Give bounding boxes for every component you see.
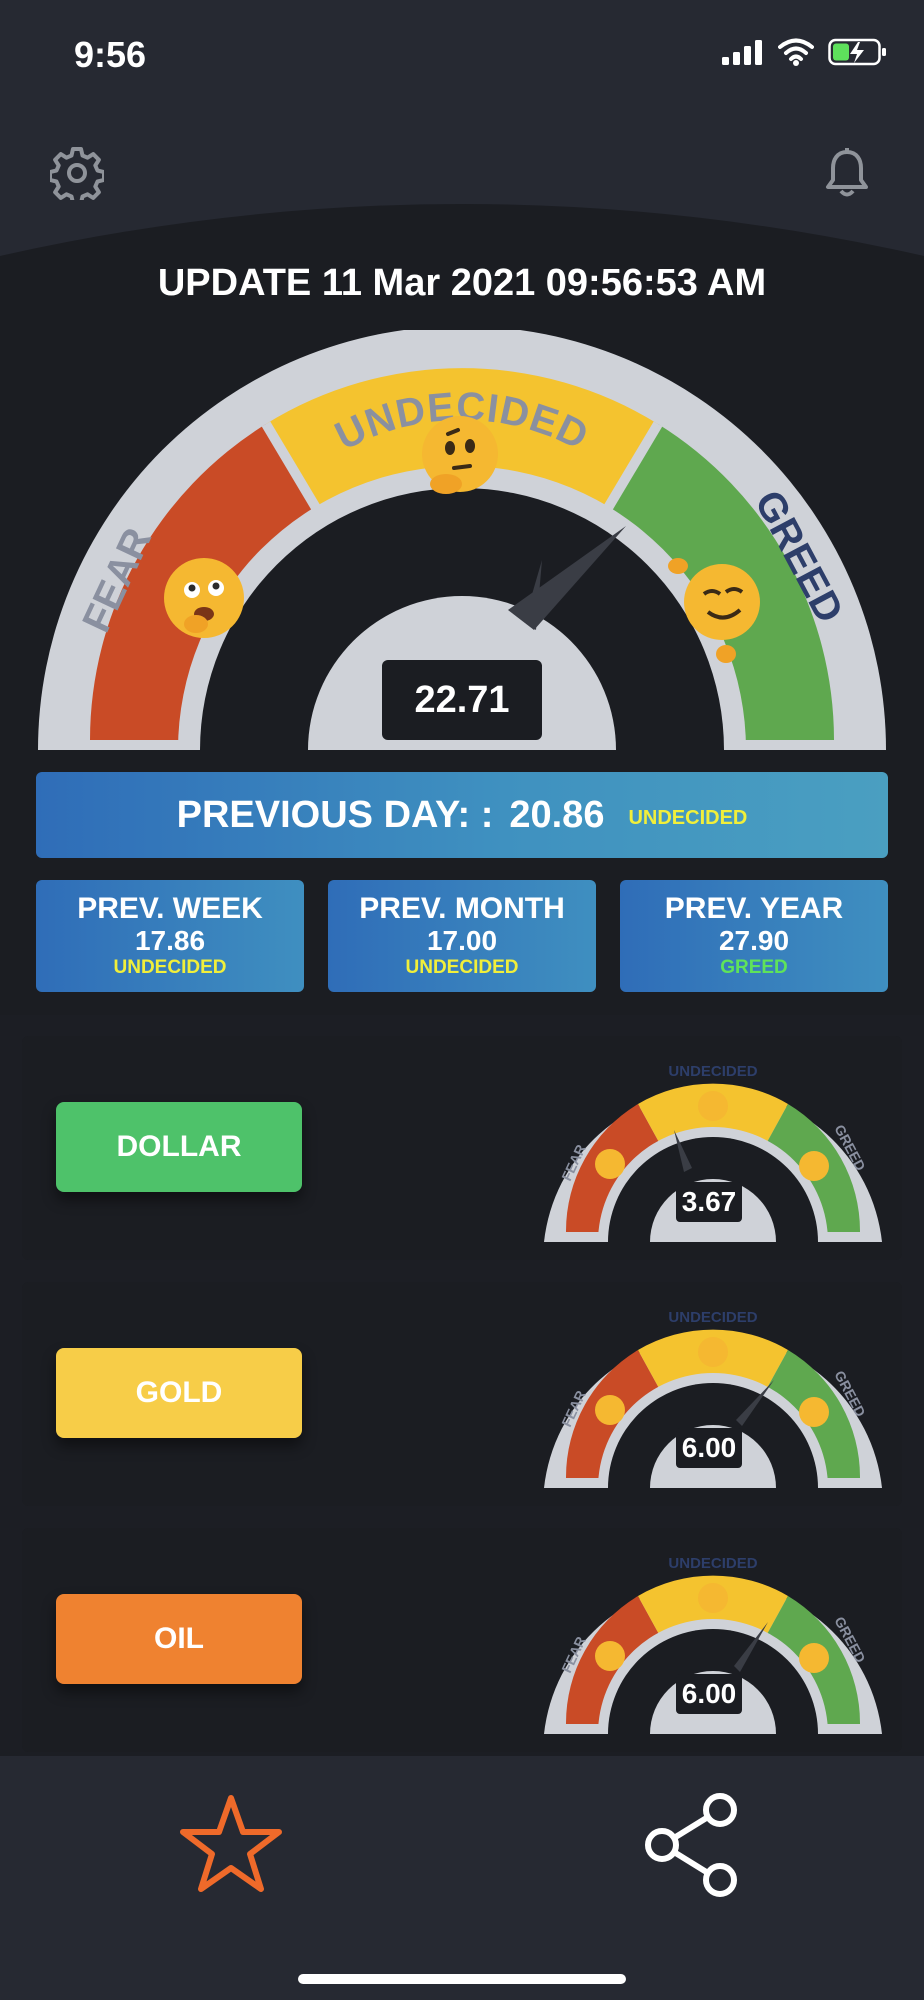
mini-label-undecided: UNDECIDED <box>668 1063 757 1080</box>
asset-list: DOLLAR UNDECIDED FEAR GREED 3.67 GOLD UN… <box>22 1036 902 1774</box>
header-curve <box>0 110 924 256</box>
previous-day-banner: PREVIOUS DAY: : 20.86 UNDECIDED <box>36 772 888 858</box>
bottom-tab-bar <box>0 1756 924 2000</box>
prev-card-status: GREED <box>720 957 788 978</box>
prev-card-value: 17.00 <box>426 925 498 956</box>
fear-face-icon <box>164 558 244 638</box>
mini-label-undecided: UNDECIDED <box>668 1555 757 1572</box>
asset-row-oil[interactable]: OIL UNDECIDED FEAR GREED 6.00 <box>22 1528 902 1752</box>
asset-row-dollar[interactable]: DOLLAR UNDECIDED FEAR GREED 3.67 <box>22 1036 902 1260</box>
fear-face-icon <box>595 1641 625 1671</box>
greed-face-icon <box>799 1151 829 1181</box>
wifi-icon <box>778 38 814 66</box>
fear-face-icon <box>595 1395 625 1425</box>
previous-day-value: 20.86 <box>509 793 605 836</box>
oil-button[interactable]: OIL <box>56 1594 302 1684</box>
gold-button[interactable]: GOLD <box>56 1348 302 1438</box>
prev-week-card: PREV. WEEK 17.86 UNDECIDED <box>36 880 304 992</box>
status-icons <box>722 38 888 66</box>
gauge-value: 22.71 <box>382 660 542 740</box>
cellular-signal-icon <box>722 40 762 65</box>
star-icon <box>180 1795 282 1892</box>
previous-period-cards: PREV. WEEK 17.86 UNDECIDED PREV. MONTH 1… <box>36 880 888 992</box>
gear-icon <box>48 147 106 205</box>
status-time: 9:56 <box>74 34 147 75</box>
oil-value: 6.00 <box>676 1674 742 1714</box>
greed-face-icon <box>799 1397 829 1427</box>
gold-value: 6.00 <box>676 1428 742 1468</box>
update-datetime: 11 Mar 2021 09:56:53 AM <box>321 262 767 304</box>
share-icon <box>645 1793 737 1897</box>
mini-label-undecided: UNDECIDED <box>668 1309 757 1326</box>
update-label: UPDATE <box>157 262 312 304</box>
status-bar: 9:56 <box>0 0 924 110</box>
prev-card-status: UNDECIDED <box>405 957 519 978</box>
prev-card-label: PREV. MONTH <box>359 892 565 925</box>
favorite-button[interactable] <box>176 1790 286 1900</box>
share-button[interactable] <box>640 1790 750 1900</box>
notifications-button[interactable] <box>820 146 874 200</box>
home-indicator[interactable] <box>298 1974 626 1984</box>
update-timestamp: UPDATE 11 Mar 2021 09:56:53 AM <box>0 262 924 305</box>
prev-card-value: 27.90 <box>718 925 790 956</box>
previous-day-label: PREVIOUS DAY: : <box>176 793 494 836</box>
dollar-value: 3.67 <box>676 1182 742 1222</box>
thinking-face-icon <box>698 1337 728 1367</box>
battery-charging-icon <box>828 38 886 66</box>
asset-row-gold[interactable]: GOLD UNDECIDED FEAR GREED 6.00 <box>22 1282 902 1506</box>
bell-icon <box>826 148 868 197</box>
thinking-face-icon <box>698 1091 728 1121</box>
prev-card-status: UNDECIDED <box>113 957 227 978</box>
settings-button[interactable] <box>48 146 106 205</box>
greed-face-icon <box>799 1643 829 1673</box>
dollar-button[interactable]: DOLLAR <box>56 1102 302 1192</box>
prev-year-card: PREV. YEAR 27.90 GREED <box>620 880 888 992</box>
fear-face-icon <box>595 1149 625 1179</box>
prev-card-label: PREV. YEAR <box>664 892 844 925</box>
prev-month-card: PREV. MONTH 17.00 UNDECIDED <box>328 880 596 992</box>
prev-card-label: PREV. WEEK <box>77 892 263 925</box>
previous-day-status: UNDECIDED <box>628 806 748 829</box>
prev-card-value: 17.86 <box>134 925 206 956</box>
thinking-face-icon <box>698 1583 728 1613</box>
